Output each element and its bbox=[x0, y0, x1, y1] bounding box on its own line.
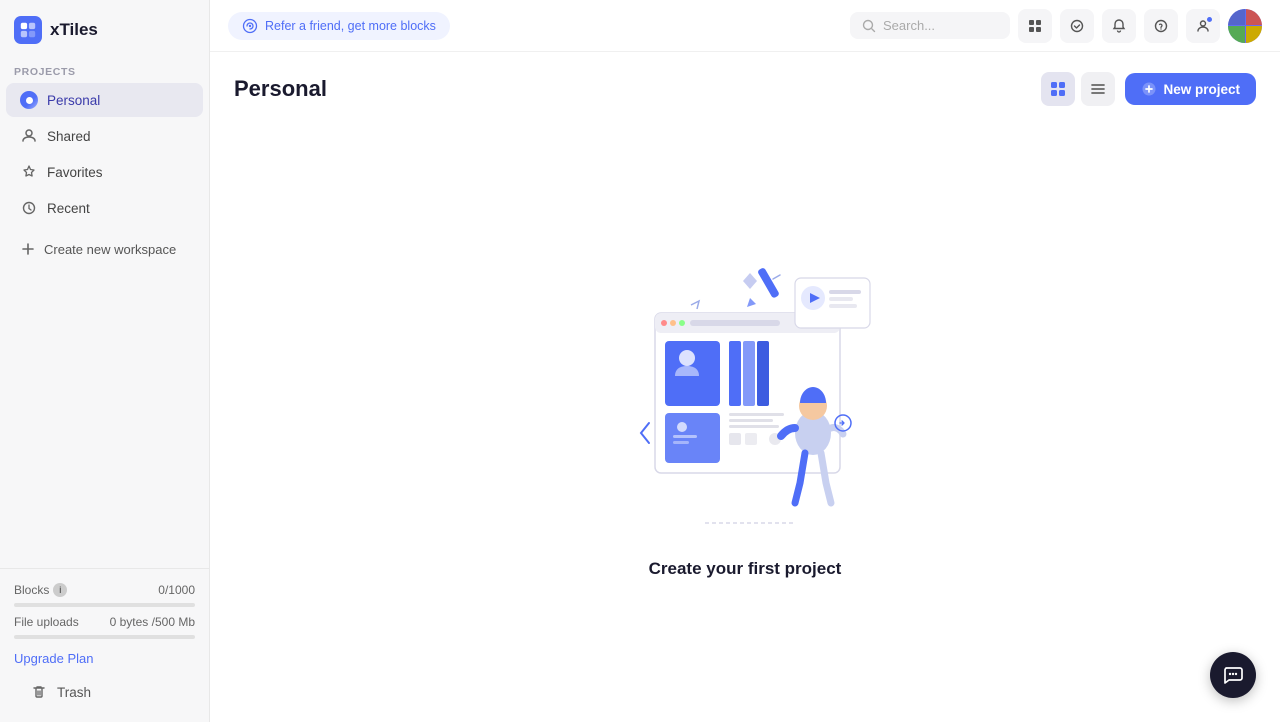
app-name: xTiles bbox=[50, 20, 98, 40]
trash-label: Trash bbox=[57, 685, 91, 700]
star-icon bbox=[20, 163, 38, 181]
grid-icon-button[interactable] bbox=[1018, 9, 1052, 43]
plus-icon bbox=[20, 241, 36, 257]
blocks-row: Blocks i 0/1000 bbox=[10, 579, 199, 599]
sidebar-item-favorites-label: Favorites bbox=[47, 165, 103, 180]
topbar-right: Search... bbox=[850, 9, 1262, 43]
file-uploads-value: 0 bytes /500 Mb bbox=[110, 615, 195, 629]
empty-state-illustration bbox=[595, 223, 895, 543]
check-circle-icon bbox=[1069, 18, 1085, 34]
search-bar[interactable]: Search... bbox=[850, 12, 1010, 39]
empty-state-label: Create your first project bbox=[649, 559, 842, 579]
page-header: Personal bbox=[210, 52, 1280, 120]
refer-badge[interactable]: Refer a friend, get more blocks bbox=[228, 12, 450, 40]
blocks-label: Blocks i bbox=[14, 583, 67, 597]
topbar: Refer a friend, get more blocks Search..… bbox=[210, 0, 1280, 52]
sidebar-item-recent-label: Recent bbox=[47, 201, 90, 216]
sidebar-item-personal[interactable]: Personal bbox=[6, 83, 203, 117]
user-avatar[interactable] bbox=[1228, 9, 1262, 43]
page-header-right: New project bbox=[1041, 72, 1256, 106]
app-logo-icon bbox=[14, 16, 42, 44]
view-toggle bbox=[1041, 72, 1115, 106]
file-uploads-progress-bar bbox=[14, 635, 195, 639]
new-project-label: New project bbox=[1163, 82, 1240, 97]
main-area: Refer a friend, get more blocks Search..… bbox=[210, 0, 1280, 722]
create-workspace-button[interactable]: Create new workspace bbox=[6, 232, 203, 266]
refer-label: Refer a friend, get more blocks bbox=[265, 19, 436, 33]
sidebar-item-favorites[interactable]: Favorites bbox=[6, 155, 203, 189]
upgrade-plan-link[interactable]: Upgrade Plan bbox=[10, 647, 199, 674]
sidebar-logo[interactable]: xTiles bbox=[0, 0, 209, 56]
refer-icon bbox=[242, 18, 258, 34]
create-workspace-label: Create new workspace bbox=[44, 242, 176, 257]
clock-icon bbox=[20, 199, 38, 217]
shared-icon bbox=[20, 127, 38, 145]
notification-dot-button[interactable] bbox=[1186, 9, 1220, 43]
sidebar: xTiles PROJECTS Personal Shared Favorite… bbox=[0, 0, 210, 722]
sidebar-item-shared[interactable]: Shared bbox=[6, 119, 203, 153]
sidebar-item-shared-label: Shared bbox=[47, 129, 91, 144]
page-title: Personal bbox=[234, 76, 327, 102]
help-icon bbox=[1153, 18, 1169, 34]
blocks-value: 0/1000 bbox=[158, 583, 195, 597]
grid-view-icon bbox=[1049, 80, 1067, 98]
blocks-progress-bar bbox=[14, 603, 195, 607]
check-circle-button[interactable] bbox=[1060, 9, 1094, 43]
personal-icon bbox=[20, 91, 38, 109]
main-content: Create your first project bbox=[210, 120, 1280, 722]
file-uploads-label: File uploads bbox=[14, 615, 79, 629]
grid-view-button[interactable] bbox=[1041, 72, 1075, 106]
sidebar-item-recent[interactable]: Recent bbox=[6, 191, 203, 225]
sidebar-item-trash[interactable]: Trash bbox=[16, 674, 193, 710]
file-uploads-row: File uploads 0 bytes /500 Mb bbox=[10, 615, 199, 633]
list-view-icon bbox=[1089, 80, 1107, 98]
blocks-info-icon[interactable]: i bbox=[53, 583, 67, 597]
trash-icon bbox=[30, 683, 48, 701]
notification-badge bbox=[1205, 15, 1214, 24]
grid-icon bbox=[1027, 18, 1043, 34]
chat-support-button[interactable] bbox=[1210, 652, 1256, 698]
projects-section-label: PROJECTS bbox=[0, 56, 209, 82]
sidebar-bottom: Blocks i 0/1000 File uploads 0 bytes /50… bbox=[0, 568, 209, 722]
help-button[interactable] bbox=[1144, 9, 1178, 43]
chat-icon bbox=[1222, 664, 1244, 686]
search-icon bbox=[862, 19, 876, 33]
plus-circle-icon bbox=[1141, 81, 1157, 97]
new-project-button[interactable]: New project bbox=[1125, 73, 1256, 105]
search-placeholder: Search... bbox=[883, 18, 935, 33]
bell-button[interactable] bbox=[1102, 9, 1136, 43]
list-view-button[interactable] bbox=[1081, 72, 1115, 106]
sidebar-item-personal-label: Personal bbox=[47, 93, 100, 108]
bell-icon bbox=[1111, 18, 1127, 34]
avatar-mosaic bbox=[1228, 9, 1262, 43]
